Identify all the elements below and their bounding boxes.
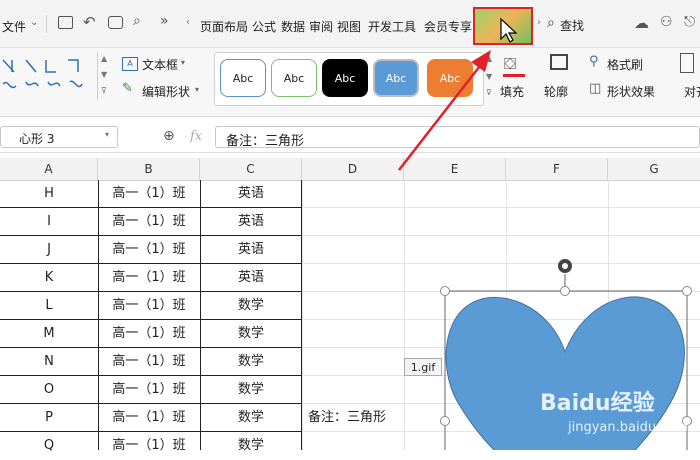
share-icon[interactable]: ⎋	[684, 14, 695, 30]
name-box[interactable]: 心形 3 ▾	[0, 126, 118, 148]
file-menu[interactable]: 文件	[2, 18, 26, 35]
outline-button[interactable]: 轮廓	[544, 83, 568, 100]
cell-b[interactable]: 高一（1）班	[98, 404, 200, 432]
column-header-g[interactable]: G	[608, 158, 700, 180]
cell-a[interactable]: K	[0, 264, 98, 292]
column-header-a[interactable]: A	[0, 158, 98, 180]
search-icon: ⌕	[547, 15, 555, 31]
cell-b[interactable]: 高一（1）班	[98, 348, 200, 376]
align-button[interactable]: 对齐	[684, 83, 700, 100]
print-icon[interactable]	[108, 16, 123, 29]
chevron-down-icon[interactable]: ▾	[181, 58, 185, 67]
save-icon[interactable]	[58, 16, 73, 29]
cell-c[interactable]: 英语	[200, 264, 302, 292]
cell-b[interactable]: 高一（1）班	[98, 208, 200, 236]
cell-b[interactable]: 高一（1）班	[98, 320, 200, 348]
cell-a[interactable]: L	[0, 292, 98, 320]
cell-a[interactable]: M	[0, 320, 98, 348]
fx-icon[interactable]: fx	[190, 129, 202, 144]
cell-a[interactable]: O	[0, 376, 98, 404]
shape-effect-icon: ◫	[589, 81, 602, 96]
style-preset-2[interactable]: Abc	[271, 59, 317, 97]
align-icon	[680, 53, 694, 73]
column-header-c[interactable]: C	[200, 158, 302, 180]
tab-view[interactable]: 视图	[337, 18, 361, 35]
cell-c[interactable]: 数学	[200, 320, 302, 348]
format-painter-icon: ⚲	[589, 54, 599, 69]
more-icon[interactable]: »	[160, 13, 169, 29]
scroll-right-icon[interactable]: ›	[537, 17, 541, 28]
fill-bucket-icon: ⛋	[504, 54, 517, 73]
chevron-down-icon[interactable]: ▾	[105, 130, 109, 139]
cloud-icon[interactable]: ☁	[634, 14, 649, 32]
gif-label: 1.gif	[404, 358, 442, 376]
cell-b[interactable]: 高一（1）班	[98, 236, 200, 264]
cell-c[interactable]: 数学	[200, 404, 302, 432]
print-preview-icon[interactable]: ⌕	[133, 13, 141, 29]
column-header-f[interactable]: F	[506, 158, 608, 180]
fill-color-bar	[503, 74, 525, 77]
cell-c[interactable]: 英语	[200, 180, 302, 208]
format-painter-button[interactable]: 格式刷	[607, 56, 643, 73]
edit-shape-icon: ✎	[122, 81, 133, 96]
cell-c[interactable]: 英语	[200, 208, 302, 236]
cell-b[interactable]: 高一（1）班	[98, 292, 200, 320]
tab-formula[interactable]: 公式	[252, 18, 276, 35]
column-header-row: A B C D E F G	[0, 158, 700, 181]
tab-data[interactable]: 数据	[281, 18, 305, 35]
cell-c[interactable]: 英语	[200, 236, 302, 264]
cell-a[interactable]: I	[0, 208, 98, 236]
gallery-scroll[interactable]: ▲ ▼ ⊽	[97, 52, 112, 100]
menu-bar: 文件 ⌄ ↶ ⌕ » ‹ 页面布局 公式 数据 审阅 视图 开发工具 会员专享 …	[0, 0, 700, 48]
outline-icon	[550, 54, 568, 70]
textbox-button[interactable]: 文本框	[142, 56, 178, 73]
cell-d-note[interactable]: 备注：三角形	[302, 404, 404, 432]
find-button[interactable]: 查找	[560, 17, 584, 34]
cell-a[interactable]: N	[0, 348, 98, 376]
column-header-d[interactable]: D	[302, 158, 404, 180]
cell-b[interactable]: 高一（1）班	[98, 264, 200, 292]
zoom-icon[interactable]: ⊕	[163, 128, 175, 144]
style-preset-3[interactable]: Abc	[322, 59, 368, 97]
cell-c[interactable]: 数学	[200, 432, 302, 460]
cell-a[interactable]: P	[0, 404, 98, 432]
watermark-url: jingyan.baidu.com	[568, 420, 688, 435]
cell-c[interactable]: 数学	[200, 292, 302, 320]
undo-icon[interactable]: ↶	[83, 13, 96, 31]
cell-a[interactable]: J	[0, 236, 98, 264]
scroll-left-icon[interactable]: ‹	[186, 17, 190, 28]
tab-review[interactable]: 审阅	[309, 18, 333, 35]
resize-handle[interactable]	[440, 416, 450, 426]
resize-handle[interactable]	[440, 286, 450, 296]
tab-page-layout[interactable]: 页面布局	[200, 18, 248, 35]
cursor-icon	[500, 17, 518, 43]
cell-b[interactable]: 高一（1）班	[98, 376, 200, 404]
annotation-arrow-icon	[398, 50, 491, 171]
tab-developer[interactable]: 开发工具	[368, 18, 416, 35]
chevron-down-icon[interactable]: ⌄	[30, 17, 38, 28]
cell-b[interactable]: 高一（1）班	[98, 432, 200, 460]
chevron-down-icon[interactable]: ▾	[195, 85, 199, 94]
watermark-brand: Baidu经验	[540, 391, 655, 416]
resize-handle[interactable]	[682, 286, 692, 296]
column-header-b[interactable]: B	[98, 158, 200, 180]
cell-c[interactable]: 数学	[200, 348, 302, 376]
cell-a[interactable]: H	[0, 180, 98, 208]
cell-a[interactable]: Q	[0, 432, 98, 460]
edit-shape-button[interactable]: 编辑形状	[142, 83, 190, 100]
textbox-icon: A	[122, 57, 138, 71]
cell-b[interactable]: 高一（1）班	[98, 180, 200, 208]
shape-effect-button[interactable]: 形状效果	[607, 83, 655, 100]
line-gallery[interactable]	[0, 52, 100, 108]
cell-c[interactable]: 数学	[200, 376, 302, 404]
resize-handle[interactable]	[560, 286, 570, 296]
user-icon[interactable]: ⚇	[660, 14, 673, 30]
tab-member[interactable]: 会员专享	[424, 18, 472, 35]
divider	[46, 15, 47, 33]
style-preset-1[interactable]: Abc	[220, 59, 266, 97]
